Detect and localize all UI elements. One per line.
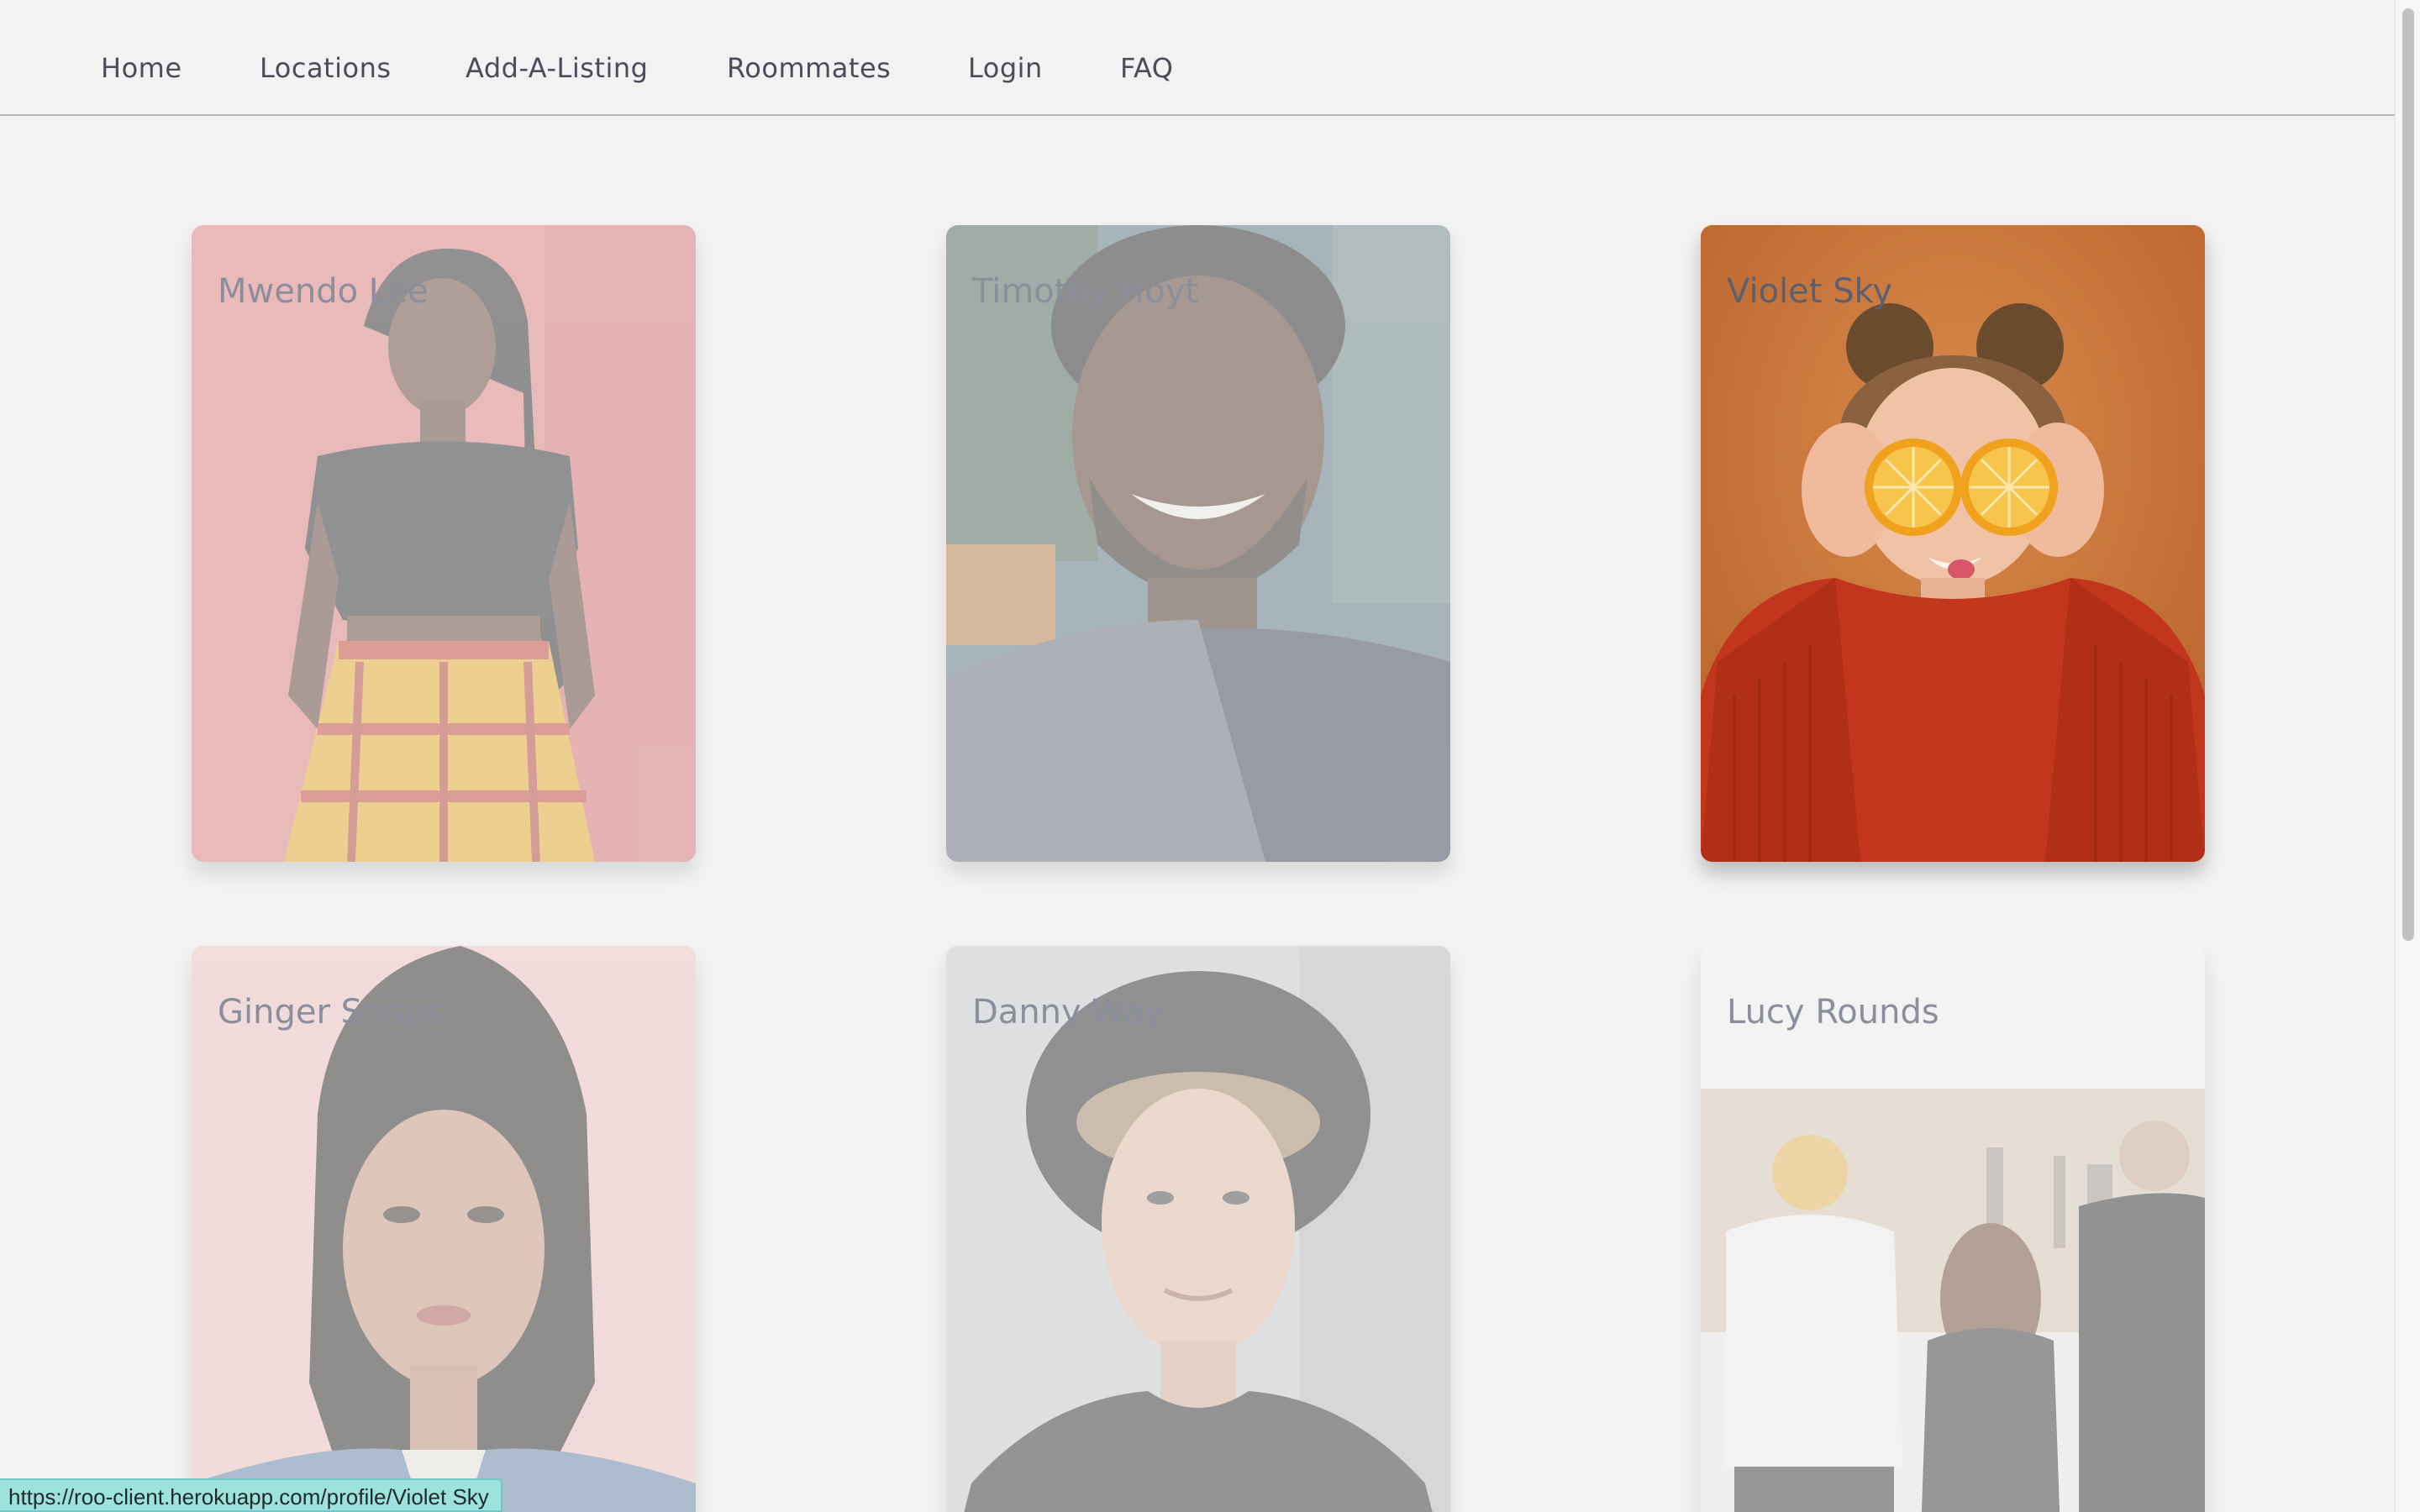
profile-card-timothy-hoyt[interactable]: Timothy Hoyt bbox=[946, 225, 1450, 862]
profile-name: Violet Sky bbox=[1727, 272, 1892, 311]
profile-name: Lucy Rounds bbox=[1727, 993, 1939, 1032]
profile-card-violet-sky[interactable]: Violet Sky bbox=[1701, 225, 2205, 862]
profile-card-danny-way[interactable]: Danny Way bbox=[946, 946, 1450, 1512]
profile-card-lucy-rounds[interactable]: Lucy Rounds bbox=[1701, 946, 2205, 1512]
vertical-scrollbar[interactable] bbox=[2395, 0, 2420, 1512]
top-navbar: Home Locations Add-A-Listing Roommates L… bbox=[0, 0, 2395, 116]
profile-photo bbox=[192, 225, 696, 862]
nav-home-link[interactable]: Home bbox=[101, 52, 182, 84]
profile-card-mwendo-lee[interactable]: Mwendo Lee bbox=[192, 225, 696, 862]
profile-card-ginger-snaps[interactable]: Ginger Snaps bbox=[192, 946, 696, 1512]
profile-name: Mwendo Lee bbox=[218, 272, 429, 311]
nav-locations-link[interactable]: Locations bbox=[260, 52, 392, 84]
page: Home Locations Add-A-Listing Roommates L… bbox=[0, 0, 2420, 1512]
nav-login-link[interactable]: Login bbox=[968, 52, 1043, 84]
profile-name: Ginger Snaps bbox=[218, 993, 444, 1032]
profile-photo bbox=[946, 225, 1450, 862]
nav-faq-link[interactable]: FAQ bbox=[1120, 52, 1173, 84]
nav-add-a-listing-link[interactable]: Add-A-Listing bbox=[466, 52, 648, 84]
profile-photo bbox=[1701, 225, 2205, 862]
profile-name: Timothy Hoyt bbox=[972, 272, 1199, 311]
nav-roommates-link[interactable]: Roommates bbox=[727, 52, 891, 84]
profile-name: Danny Way bbox=[972, 993, 1164, 1032]
link-preview-status-bar: https://roo-client.herokuapp.com/profile… bbox=[0, 1478, 502, 1512]
scrollbar-thumb[interactable] bbox=[2402, 8, 2414, 941]
